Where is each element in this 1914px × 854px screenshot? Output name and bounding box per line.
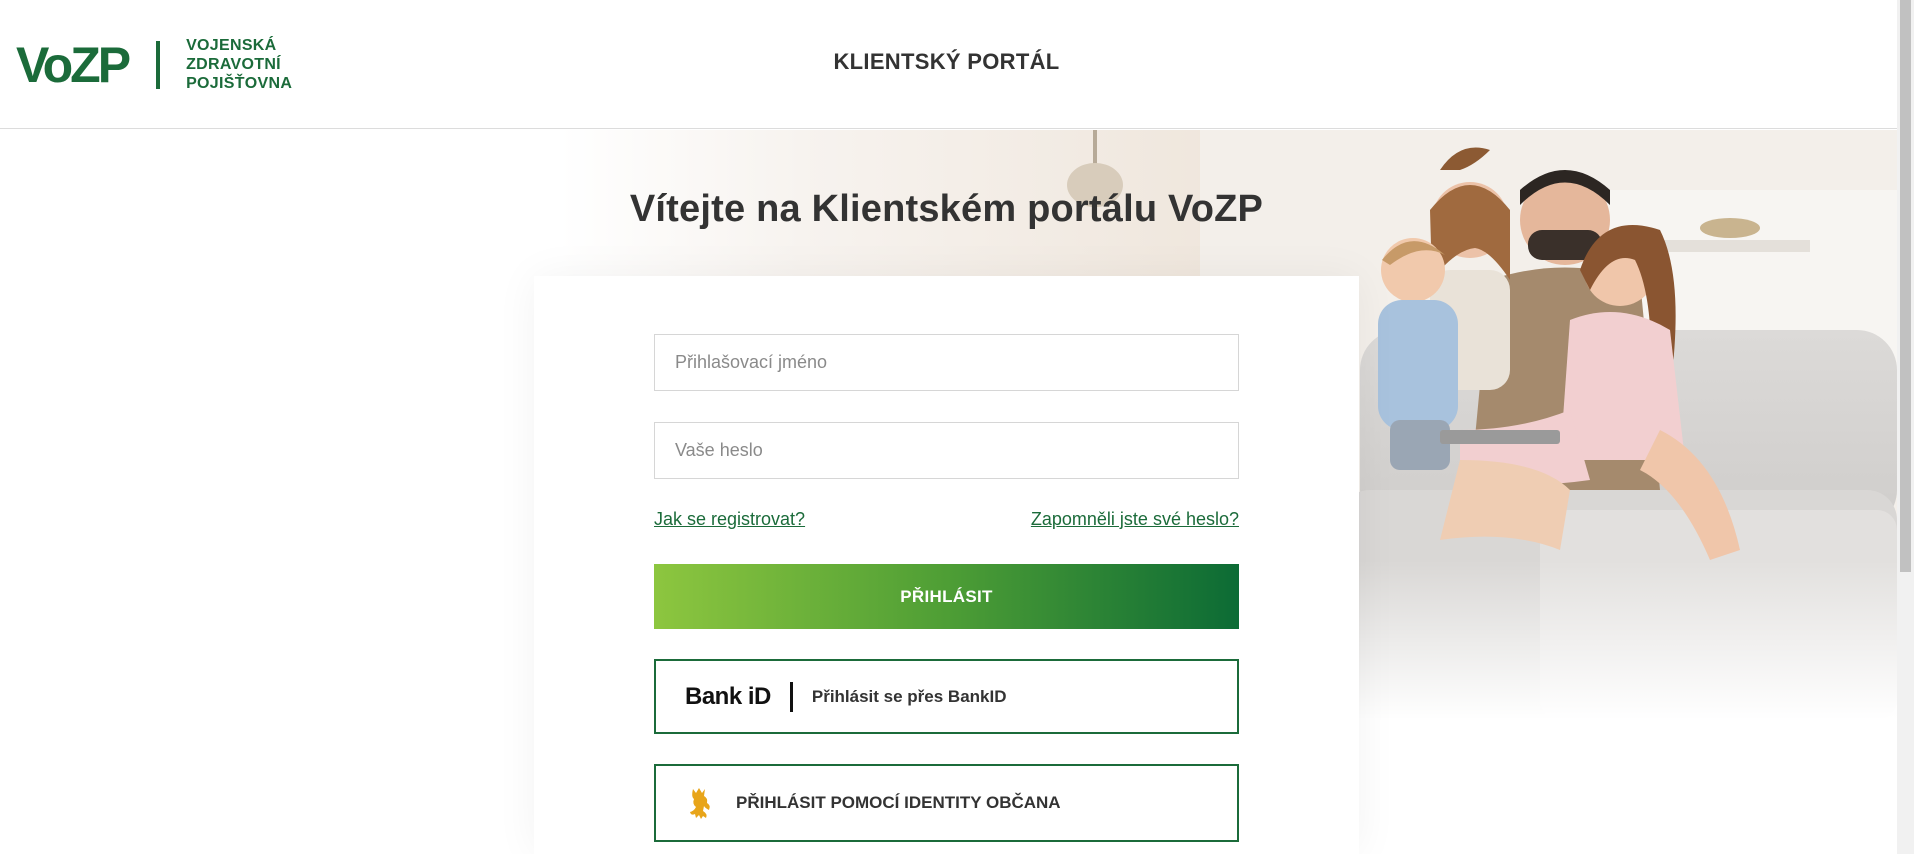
identity-button-label: PŘIHLÁSIT POMOCÍ IDENTITY OBČANA: [736, 793, 1061, 812]
bankid-login-button[interactable]: Bank iD Přihlásit se přes BankID: [654, 659, 1239, 734]
page-scrollbar[interactable]: [1897, 0, 1914, 854]
login-button[interactable]: PŘIHLÁSIT: [654, 564, 1239, 629]
welcome-heading: Vítejte na Klientském portálu VoZP: [629, 188, 1264, 230]
username-input[interactable]: [654, 334, 1239, 391]
portal-title: KLIENTSKÝ PORTÁL: [833, 49, 1060, 74]
register-link[interactable]: Jak se registrovat?: [654, 509, 805, 530]
bankid-button-label: Přihlásit se přes BankID: [811, 686, 1007, 706]
forgot-password-link[interactable]: Zapomněli jste své heslo?: [1031, 509, 1239, 530]
site-header: VoZP VOJENSKÁ ZDRAVOTNÍ POJIŠŤOVNA KLIEN…: [0, 0, 1897, 129]
czech-lion-icon: [690, 788, 710, 819]
logo-line-3: POJIŠŤOVNA: [186, 75, 293, 92]
password-input[interactable]: [654, 422, 1239, 479]
login-card: Jak se registrovat? Zapomněli jste své h…: [534, 276, 1359, 854]
bankid-logo: Bank iD: [685, 682, 771, 710]
identity-login-button[interactable]: PŘIHLÁSIT POMOCÍ IDENTITY OBČANA: [654, 764, 1239, 842]
bankid-divider: [789, 681, 793, 712]
scrollbar-thumb[interactable]: [1900, 0, 1911, 572]
